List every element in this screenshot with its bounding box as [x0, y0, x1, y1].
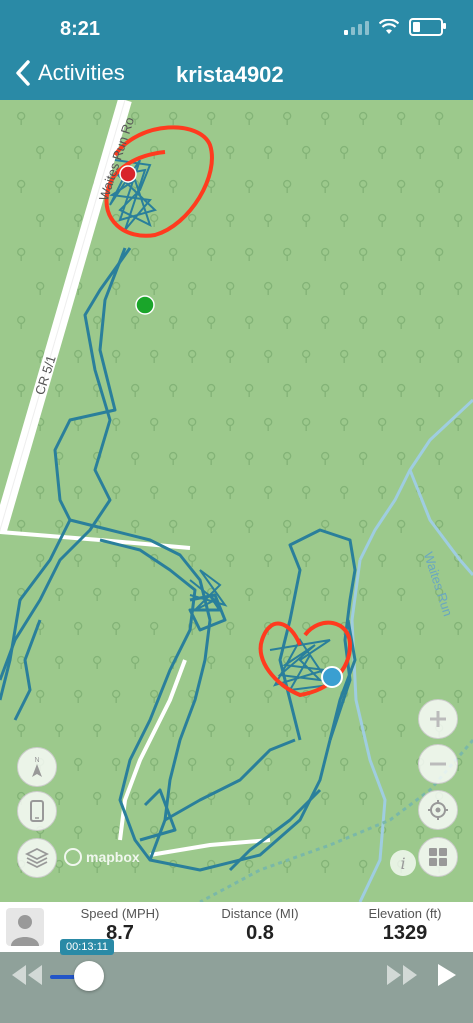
elevation-label: Elevation (ft): [368, 906, 442, 921]
map-style-button[interactable]: [418, 837, 458, 877]
mapbox-label: mapbox: [86, 849, 140, 865]
elapsed-time: 00:13:11: [60, 939, 115, 955]
status-time: 8:21: [60, 18, 101, 40]
zoom-in-button[interactable]: [418, 699, 458, 739]
rewind-icon: [12, 965, 42, 985]
wifi-icon: [379, 19, 399, 34]
end-marker: [119, 165, 137, 183]
user-icon: [11, 915, 39, 946]
chevron-left-icon: [16, 60, 30, 86]
app-header: 8:21 Activities krista4902: [0, 0, 473, 100]
phone-icon: [30, 800, 44, 822]
elevation-value: 1329: [382, 922, 428, 944]
map-layers-button[interactable]: [17, 838, 57, 878]
distance-label: Distance (MI): [221, 906, 299, 921]
map-canvas: [0, 100, 473, 902]
grid-icon: [429, 848, 447, 866]
play-button[interactable]: [435, 960, 459, 997]
playback-bar: 00:13:11: [0, 939, 473, 1023]
distance-value: 0.8: [246, 922, 274, 944]
mapbox-logo-icon: [64, 848, 82, 866]
start-marker: [135, 295, 155, 315]
fast-forward-button[interactable]: [385, 960, 419, 997]
compass-button[interactable]: N: [17, 747, 57, 787]
phone-orientation-button[interactable]: [17, 791, 57, 831]
status-icons: [344, 18, 446, 36]
zoom-out-button[interactable]: [418, 744, 458, 784]
elevation-stat: Elevation (ft) 1329: [350, 906, 460, 945]
mapbox-attribution[interactable]: mapbox: [64, 848, 140, 866]
rewind-button[interactable]: [10, 960, 44, 997]
avatar: [6, 908, 44, 946]
fast-forward-icon: [387, 965, 417, 985]
speed-label: Speed (MPH): [80, 906, 160, 921]
crosshair-icon: [428, 800, 448, 820]
locate-button[interactable]: [418, 790, 458, 830]
battery-icon: [409, 18, 446, 36]
map-view[interactable]: Waites Run Ro CR 5/1 Waites Run N mapbox…: [0, 100, 473, 902]
compass-icon: N: [32, 757, 42, 777]
plus-icon: [430, 711, 446, 727]
cellular-signal-icon: [344, 19, 369, 35]
current-position-marker: [321, 666, 343, 688]
back-button[interactable]: Activities: [14, 60, 125, 86]
play-icon: [438, 964, 456, 986]
back-label: Activities: [38, 60, 125, 85]
distance-stat: Distance (MI) 0.8: [205, 906, 315, 945]
info-icon[interactable]: i: [390, 850, 416, 876]
playback-scrubber[interactable]: [74, 961, 104, 991]
minus-icon: [430, 762, 446, 766]
svg-text:N: N: [34, 757, 39, 764]
layers-icon: [25, 847, 49, 869]
page-title: krista4902: [176, 62, 284, 87]
